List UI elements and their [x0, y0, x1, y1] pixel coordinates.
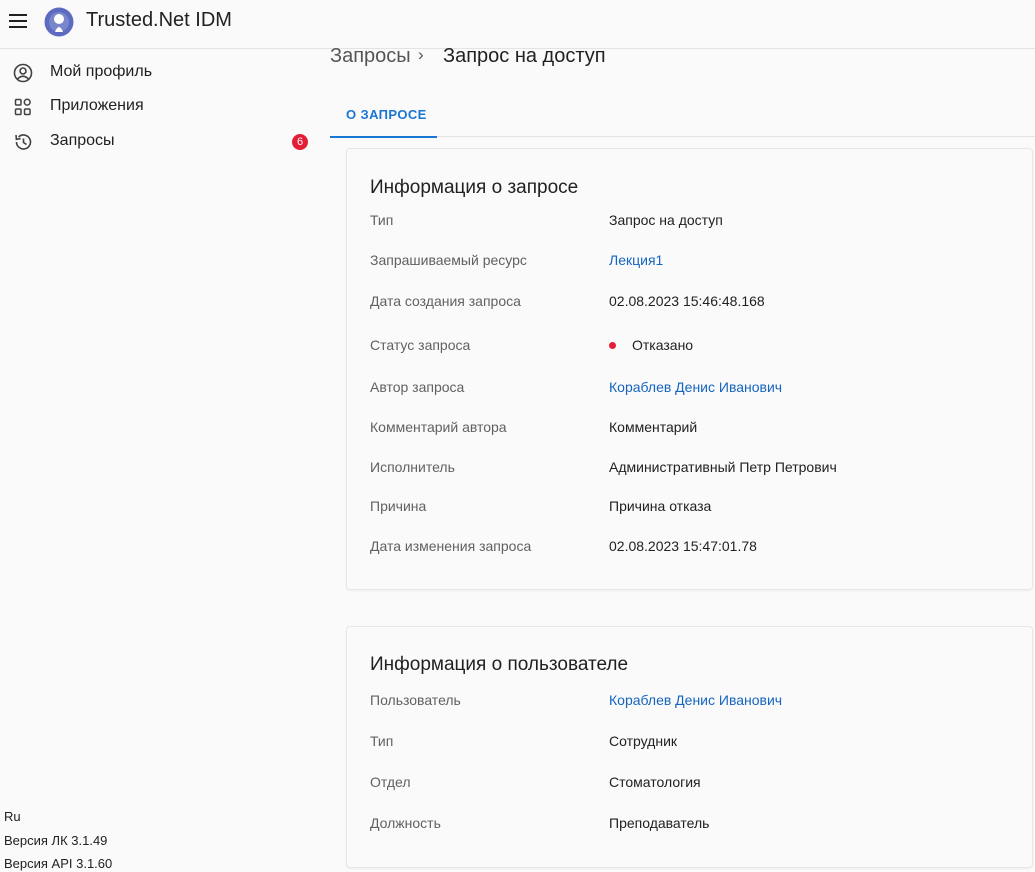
breadcrumb-current: Запрос на доступ	[443, 45, 606, 67]
tab-label: О ЗАПРОСЕ	[346, 107, 427, 122]
row-label: Дата создания запроса	[370, 293, 521, 309]
sidebar-item-requests[interactable]: Запросы 6	[0, 125, 320, 159]
row-label: Пользователь	[370, 692, 461, 708]
tabs: О ЗАПРОСЕ	[330, 92, 1035, 138]
breadcrumb-requests[interactable]: Запросы	[330, 45, 411, 67]
row-label: Должность	[370, 815, 441, 831]
resource-link[interactable]: Лекция1	[609, 252, 663, 268]
app-logo	[44, 7, 74, 37]
row-resource: Запрашиваемый ресурс Лекция1	[347, 250, 1032, 272]
sidebar-item-label: Приложения	[50, 97, 144, 114]
row-value: Комментарий	[609, 419, 698, 435]
chevron-right-icon: ›	[418, 45, 424, 64]
language-selector[interactable]: Ru	[4, 809, 21, 824]
row-user-type: Тип Сотрудник	[347, 731, 1032, 753]
row-created-date: Дата создания запроса 02.08.2023 15:46:4…	[347, 291, 1032, 313]
app-title: Trusted.Net IDM	[86, 9, 232, 31]
sidebar-item-label: Мой профиль	[50, 63, 153, 80]
sidebar-item-label: Запросы	[50, 132, 115, 149]
row-type: Тип Запрос на доступ	[347, 210, 1032, 232]
row-author-comment: Комментарий автора Комментарий	[347, 417, 1032, 439]
row-label: Тип	[370, 212, 394, 228]
sidebar-item-profile[interactable]: Мой профиль	[0, 56, 320, 90]
row-label: Статус запроса	[370, 337, 471, 353]
lk-version: Версия ЛК 3.1.49	[4, 833, 108, 848]
row-label: Тип	[370, 733, 394, 749]
apps-grid-icon	[14, 98, 31, 116]
row-executor: Исполнитель Административный Петр Петров…	[347, 457, 1032, 479]
requests-count-badge: 6	[292, 134, 308, 150]
row-reason: Причина Причина отказа	[347, 496, 1032, 518]
row-value: 02.08.2023 15:47:01.78	[609, 538, 757, 554]
menu-icon[interactable]	[6, 9, 30, 33]
row-value: Административный Петр Петрович	[609, 459, 837, 475]
row-label: Отдел	[370, 774, 411, 790]
user-link[interactable]: Кораблев Денис Иванович	[609, 692, 782, 708]
user-circle-icon	[13, 63, 33, 83]
user-info-card: Информация о пользователе Пользователь К…	[346, 626, 1033, 868]
row-value: Причина отказа	[609, 498, 712, 514]
app-bar: Trusted.Net IDM	[0, 0, 1035, 49]
row-position: Должность Преподаватель	[347, 813, 1032, 835]
tab-about-request[interactable]: О ЗАПРОСЕ	[330, 92, 437, 138]
api-version: Версия API 3.1.60	[4, 856, 113, 871]
author-link[interactable]: Кораблев Денис Иванович	[609, 379, 782, 395]
row-label: Автор запроса	[370, 379, 465, 395]
row-label: Дата изменения запроса	[370, 538, 532, 554]
row-user: Пользователь Кораблев Денис Иванович	[347, 690, 1032, 712]
row-status: Статус запроса Отказано	[347, 335, 1032, 357]
row-label: Запрашиваемый ресурс	[370, 252, 527, 268]
row-value: Запрос на доступ	[609, 212, 723, 228]
row-label: Исполнитель	[370, 459, 455, 475]
row-label: Комментарий автора	[370, 419, 507, 435]
row-value: Стоматология	[609, 774, 701, 790]
sidebar: Мой профиль Приложения Запросы 6	[0, 50, 320, 872]
card-title: Информация о пользователе	[370, 654, 629, 675]
card-title: Информация о запросе	[370, 177, 579, 198]
row-label: Причина	[370, 498, 427, 514]
history-icon	[15, 134, 32, 150]
row-value: Преподаватель	[609, 815, 710, 831]
sidebar-item-apps[interactable]: Приложения	[0, 90, 320, 124]
row-department: Отдел Стоматология	[347, 772, 1032, 794]
active-tab-indicator	[330, 136, 437, 138]
row-modified-date: Дата изменения запроса 02.08.2023 15:47:…	[347, 536, 1032, 558]
status-value: Отказано	[632, 337, 694, 353]
row-value: Сотрудник	[609, 733, 678, 749]
breadcrumb: Запросы › Запрос на доступ	[330, 45, 606, 68]
status-dot-icon	[609, 342, 616, 349]
row-author: Автор запроса Кораблев Денис Иванович	[347, 377, 1032, 399]
request-info-card: Информация о запросе Тип Запрос на досту…	[346, 148, 1033, 590]
row-value: 02.08.2023 15:46:48.168	[609, 293, 765, 309]
